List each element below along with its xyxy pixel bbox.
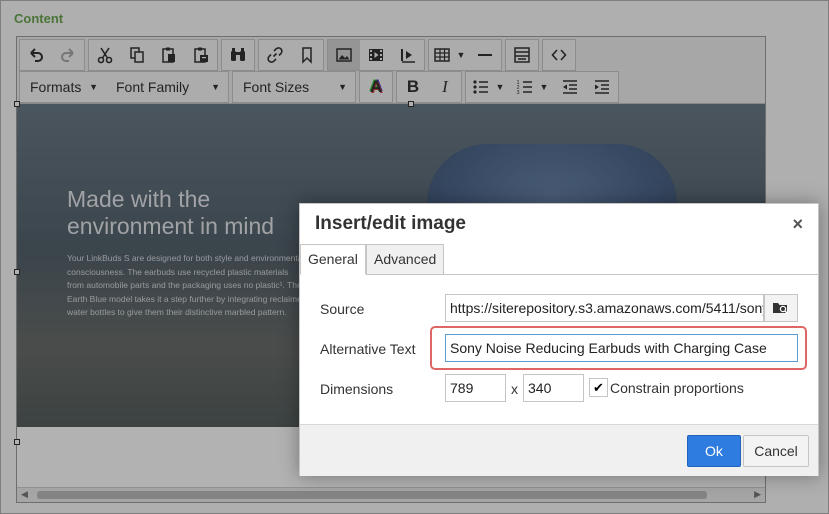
alt-text-highlight [430, 326, 807, 370]
ok-button[interactable]: Ok [687, 435, 741, 467]
alt-text-label: Alternative Text [320, 341, 416, 357]
cancel-button[interactable]: Cancel [743, 435, 809, 467]
insert-image-dialog: Insert/edit image × General Advanced Sou… [299, 203, 819, 476]
browse-image-button[interactable] [764, 294, 798, 322]
height-input[interactable]: 340 [523, 374, 584, 402]
dialog-footer: Ok Cancel [300, 424, 818, 476]
constrain-checkbox[interactable]: ✔ [589, 378, 608, 397]
tab-general[interactable]: General [300, 244, 366, 275]
folder-search-icon [773, 303, 789, 315]
source-input[interactable]: https://siterepository.s3.amazonaws.com/… [445, 294, 764, 322]
width-input[interactable]: 789 [445, 374, 506, 402]
dialog-title: Insert/edit image [315, 213, 466, 234]
dialog-tabs: General Advanced [300, 244, 818, 275]
source-label: Source [320, 301, 365, 317]
dimensions-label: Dimensions [320, 381, 394, 397]
tab-advanced[interactable]: Advanced [366, 244, 445, 274]
dimensions-separator: x [511, 381, 518, 397]
close-icon[interactable]: × [792, 214, 803, 235]
check-icon: ✔ [593, 379, 604, 395]
constrain-label: Constrain proportions [610, 380, 744, 396]
